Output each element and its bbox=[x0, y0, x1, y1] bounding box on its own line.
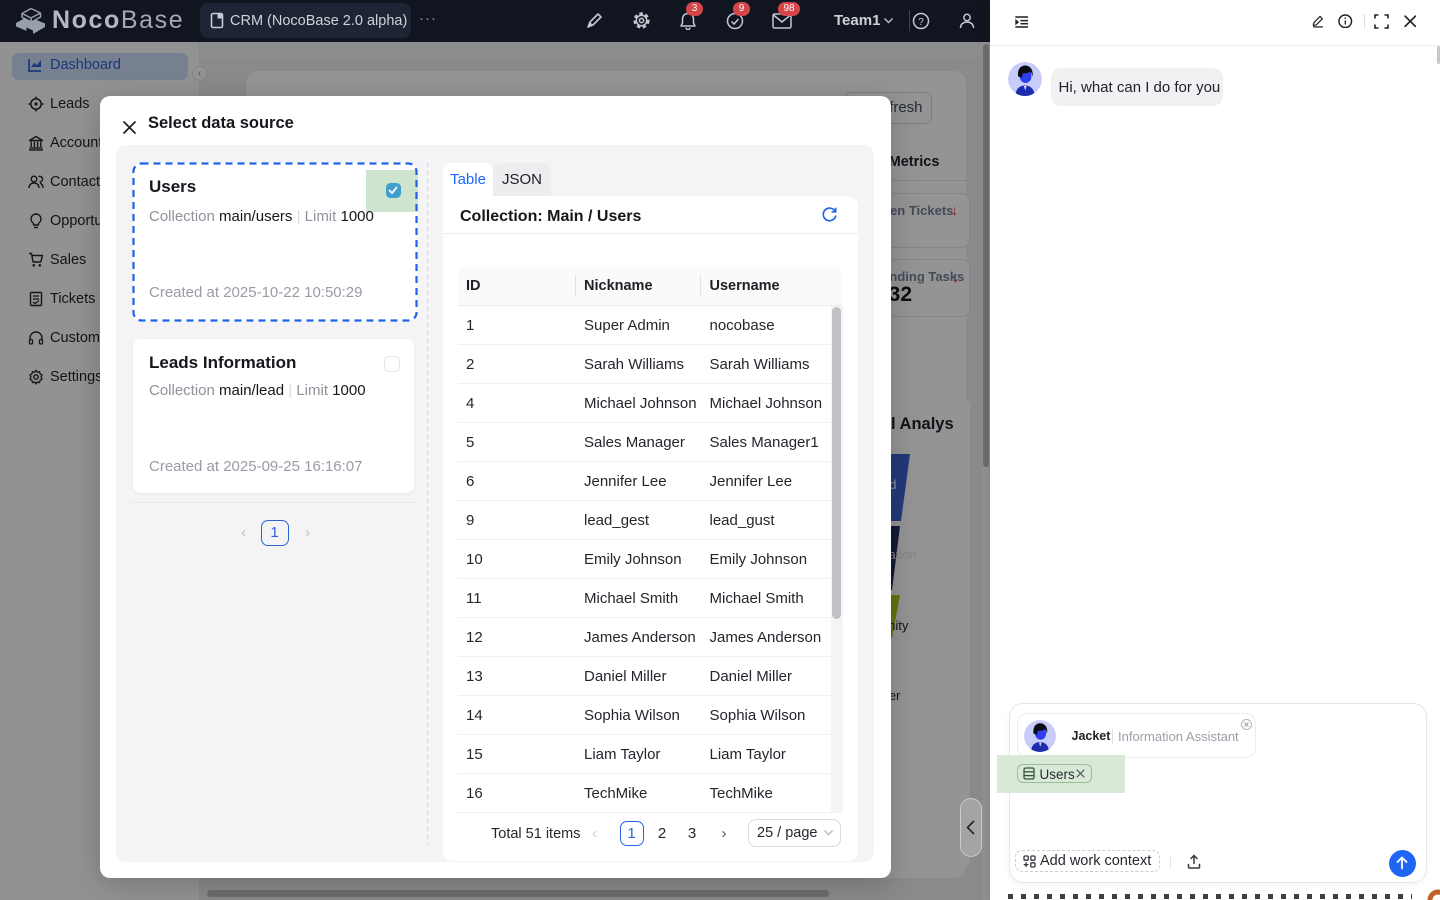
svg-text:?: ? bbox=[918, 17, 924, 28]
